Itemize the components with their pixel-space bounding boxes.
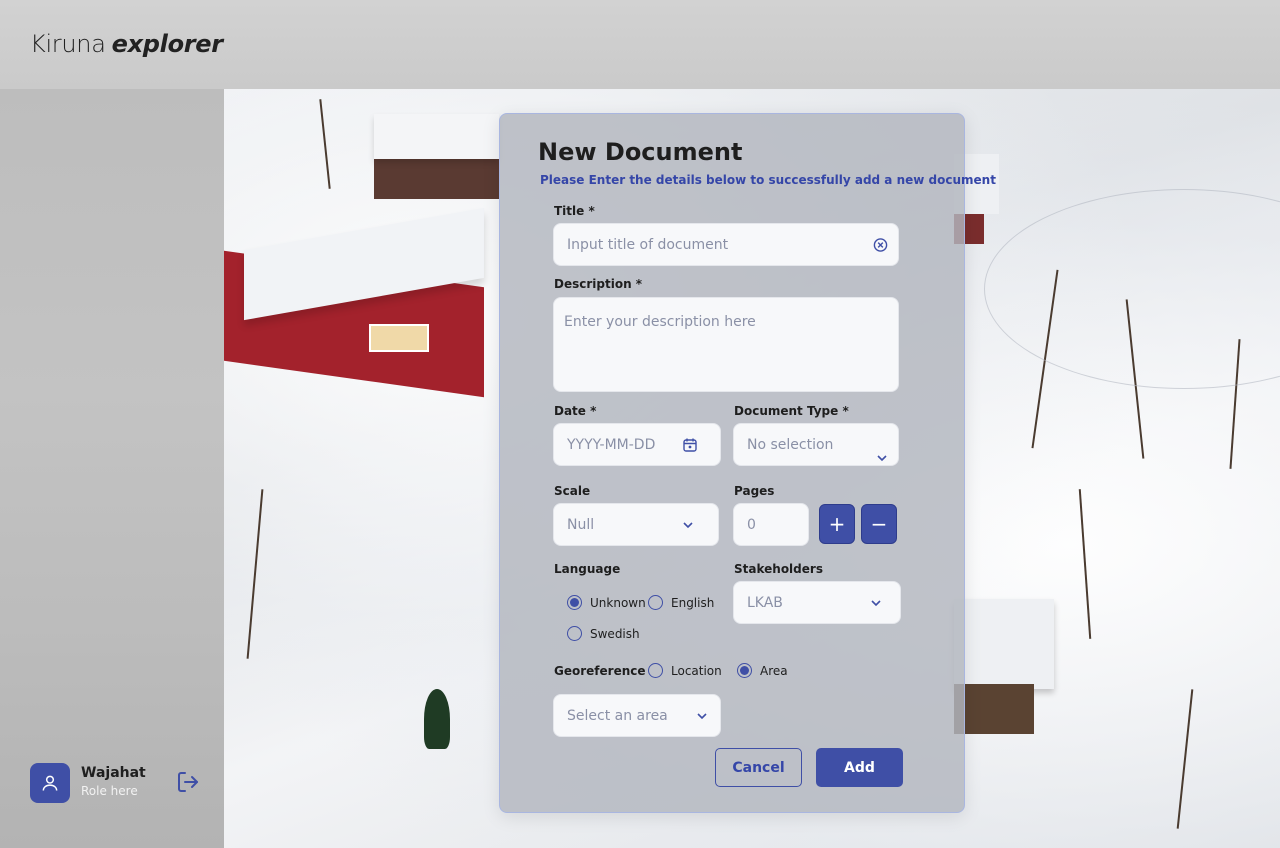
document-type-label: Document Type * [734,404,849,418]
chevron-down-icon [682,521,694,529]
language-radio-unknown[interactable]: Unknown [567,595,646,610]
stakeholders-select[interactable]: LKAB [733,581,901,624]
language-label: Language [554,562,621,576]
radio-selected-icon [737,663,752,678]
close-circle-icon [873,237,888,252]
tree [319,99,331,189]
georeference-option-label: Location [671,663,722,678]
description-placeholder: Enter your description here [564,314,756,330]
georeference-option-label: Area [760,663,788,678]
tree [1176,689,1194,829]
top-header: Kiruna explorer [0,0,1280,89]
date-label: Date * [554,404,597,418]
user-icon [42,775,58,791]
georeference-radio-location[interactable]: Location [648,663,722,678]
user-card: Wajahat Role here [30,763,200,803]
language-radio-english[interactable]: English [648,595,714,610]
cabin-image [954,599,1064,739]
tree [1078,489,1092,639]
cancel-button[interactable]: Cancel [715,748,802,787]
area-select[interactable]: Select an area [553,694,721,737]
description-textarea[interactable]: Enter your description here [553,297,899,392]
calendar-icon [683,438,697,452]
georeference-radio-area[interactable]: Area [737,663,788,678]
language-radio-swedish[interactable]: Swedish [567,626,640,641]
minus-icon: − [870,512,888,536]
date-picker-button[interactable] [682,437,698,453]
snow-track [984,189,1280,389]
georeference-label: Georeference [554,664,646,678]
date-placeholder: YYYY-MM-DD [567,436,656,453]
scale-select[interactable]: Null [553,503,719,546]
document-type-select[interactable]: No selection [733,423,899,466]
brand-name-part1: Kiruna [30,30,106,58]
document-type-value: No selection [747,436,834,453]
language-option-label: Unknown [590,595,646,610]
radio-selected-icon [567,595,582,610]
logout-icon [178,772,198,792]
title-label: Title * [554,204,595,218]
chevron-down-icon [696,712,708,720]
description-label: Description * [554,277,643,291]
pine-tree [424,689,450,749]
modal-title: New Document [538,138,743,166]
sidebar [0,89,224,848]
pages-value: 0 [747,516,756,533]
pages-input[interactable]: 0 [733,503,809,546]
tree [246,489,264,659]
date-input[interactable]: YYYY-MM-DD [553,423,721,466]
clear-button[interactable] [873,237,888,252]
pages-decrement-button[interactable]: − [861,504,897,544]
language-option-label: English [671,595,715,610]
language-option-label: Swedish [590,626,640,641]
pages-increment-button[interactable]: + [819,504,855,544]
cabin-image [224,207,499,398]
new-document-modal: New Document Please Enter the details be… [499,113,996,813]
cabin-image [374,114,504,204]
app-logo[interactable]: Kiruna explorer [30,30,223,58]
radio-unselected-icon [648,663,663,678]
chevron-down-icon [876,454,888,462]
add-button[interactable]: Add [816,748,903,787]
area-select-placeholder: Select an area [567,707,668,724]
scale-value: Null [567,516,595,533]
user-role: Role here [81,784,138,798]
stakeholders-value: LKAB [747,594,783,611]
plus-icon: + [828,512,846,536]
user-name: Wajahat [81,765,146,781]
logout-button[interactable] [176,769,200,795]
pages-label: Pages [734,484,775,498]
chevron-down-icon [870,599,882,607]
title-input[interactable]: Input title of document [553,223,899,266]
radio-unselected-icon [567,626,582,641]
stakeholders-label: Stakeholders [734,562,823,576]
brand-name-part2: explorer [111,30,224,58]
avatar[interactable] [30,763,70,803]
radio-unselected-icon [648,595,663,610]
modal-subtitle: Please Enter the details below to succes… [540,173,996,187]
title-placeholder: Input title of document [567,236,729,253]
scale-label: Scale [554,484,591,498]
